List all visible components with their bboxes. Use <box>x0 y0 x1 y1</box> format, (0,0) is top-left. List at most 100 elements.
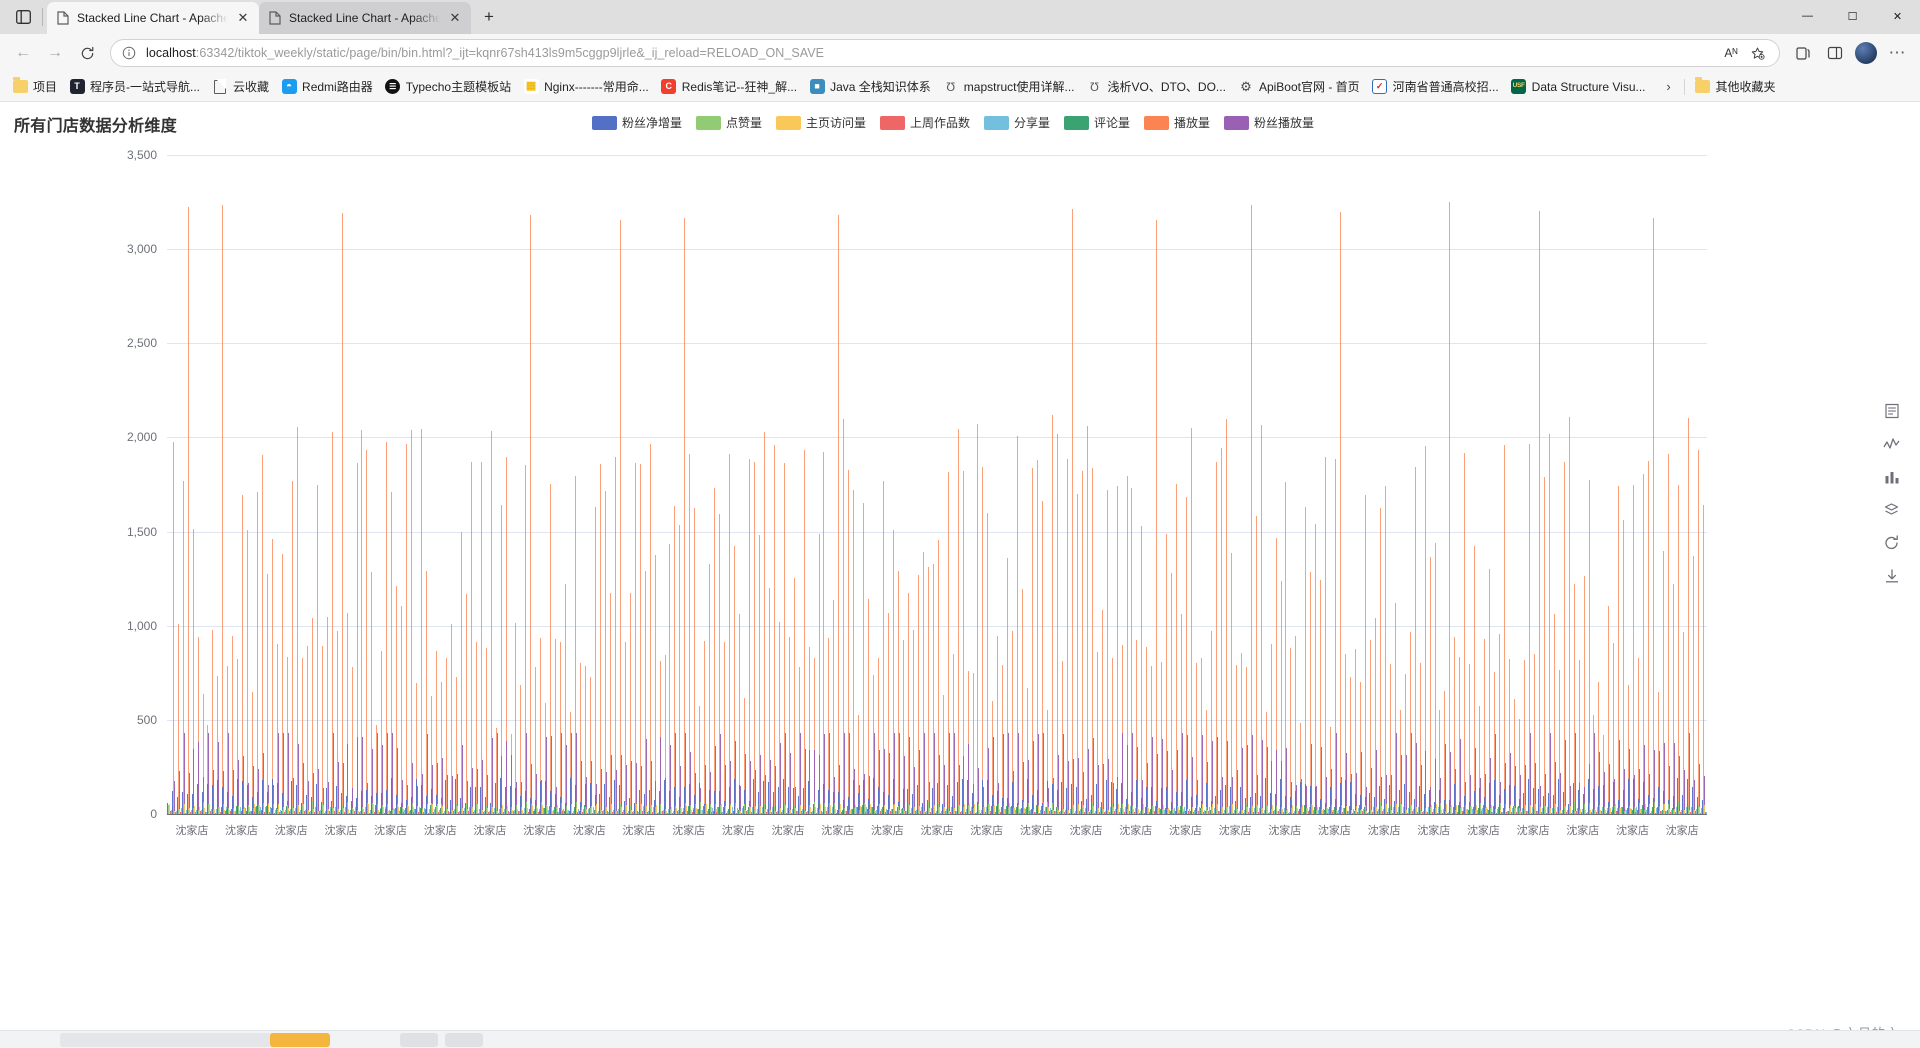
browser-tab-1[interactable]: Stacked Line Chart - Apache ECh ✕ <box>47 2 259 34</box>
tab-actions-button[interactable] <box>6 2 40 32</box>
chart-bar <box>1102 764 1104 814</box>
stack-icon[interactable] <box>1883 501 1900 518</box>
chart-bar <box>804 749 806 814</box>
chart-bar <box>1350 774 1352 814</box>
chart-bar <box>893 733 895 814</box>
chart-bar <box>1008 733 1010 814</box>
x-axis-tick-label: 沈家店 <box>821 825 855 837</box>
line-chart-icon[interactable] <box>1883 435 1900 452</box>
back-icon[interactable]: ← <box>8 38 38 68</box>
chart-bar <box>1379 507 1381 814</box>
tab-close-icon[interactable]: ✕ <box>235 10 251 26</box>
chart-bar <box>1071 208 1073 814</box>
taskbar-item[interactable] <box>270 1033 330 1047</box>
forward-icon[interactable]: → <box>40 38 70 68</box>
chart-bar <box>337 761 339 814</box>
maximize-button[interactable]: ☐ <box>1830 0 1875 32</box>
chart-bar <box>903 756 905 814</box>
browser-essentials-icon[interactable] <box>1820 38 1850 68</box>
x-axis-tick-label: 沈家店 <box>870 825 904 837</box>
chart-bar <box>1464 453 1466 814</box>
chart-bar <box>316 484 318 814</box>
chart-bar <box>1629 748 1631 814</box>
tab-close-icon[interactable]: ✕ <box>447 10 463 26</box>
chart-bar <box>277 733 279 814</box>
chart-bar <box>1062 733 1064 814</box>
chart-bar <box>1033 740 1034 814</box>
chart-bar <box>849 733 851 814</box>
x-axis-tick-label: 沈家店 <box>1466 825 1500 837</box>
bookmark-item[interactable]: Ʊ 浅析VO、DTO、DO... <box>1080 75 1231 98</box>
bookmark-item[interactable]: Ʊ mapstruct使用详解... <box>937 75 1081 98</box>
chart-bar <box>1360 752 1362 814</box>
chart-bar <box>898 733 900 814</box>
bookmarks-overflow-chevron-right-icon[interactable]: › <box>1658 79 1680 94</box>
chart-bar <box>649 444 651 814</box>
chart-bar <box>1137 747 1139 814</box>
settings-more-icon[interactable]: ⋯ <box>1882 38 1912 68</box>
chart-bar <box>1619 740 1621 814</box>
chart-bar <box>571 733 572 814</box>
address-bar[interactable]: localhost:63342/tiktok_weekly/static/pag… <box>110 39 1780 67</box>
data-view-icon[interactable] <box>1883 402 1900 419</box>
taskbar-item[interactable] <box>400 1033 438 1047</box>
chart-bar <box>1182 733 1183 814</box>
chart-bars-layer <box>167 155 1707 814</box>
read-aloud-icon[interactable]: Aᴺ <box>1719 41 1743 65</box>
x-axis-tick-label: 沈家店 <box>1168 825 1202 837</box>
chart-bar <box>1122 733 1124 814</box>
site-info-icon[interactable] <box>120 44 138 62</box>
chart-bar <box>228 733 230 814</box>
bookmark-item[interactable]: 项目 <box>6 75 63 98</box>
x-axis-tick-label: 沈家店 <box>324 825 358 837</box>
chart-bar <box>1529 733 1531 814</box>
chart-bar <box>933 733 935 814</box>
chart-plot-area: 3,500 3,000 2,500 2,000 1,500 1,000 500 0 沈家店 沈家店… <box>0 102 1920 1048</box>
close-window-button[interactable]: ✕ <box>1875 0 1920 32</box>
restore-icon[interactable] <box>1883 534 1900 551</box>
chart-bar <box>411 430 413 814</box>
chart-bar <box>287 733 289 814</box>
bookmark-item[interactable]: C Redis笔记--狂神_解... <box>655 75 803 98</box>
bookmark-item[interactable]: ☰ Typecho主题模板站 <box>379 75 517 98</box>
chart-bar <box>332 733 334 814</box>
taskbar-item[interactable] <box>445 1033 483 1047</box>
reload-icon[interactable] <box>72 38 102 68</box>
bar-chart-icon[interactable] <box>1883 468 1900 485</box>
bookmark-label: mapstruct使用详解... <box>963 80 1075 94</box>
bookmark-item[interactable]: T 程序员-一站式导航... <box>63 75 206 98</box>
x-axis-tick-label: 沈家店 <box>1566 825 1600 837</box>
chart-toolbox <box>1883 402 1900 584</box>
chart-bar <box>874 733 875 814</box>
save-image-icon[interactable] <box>1883 567 1900 584</box>
bookmark-item[interactable]: USF Data Structure Visu... <box>1505 76 1652 98</box>
bookmark-item[interactable]: ◓ Redmi路由器 <box>275 75 379 98</box>
bookmark-item[interactable]: ▦ Nginx-------常用命... <box>517 75 655 98</box>
chart-bar <box>948 733 950 814</box>
usf-icon: USF <box>1511 79 1527 95</box>
chart-bar <box>1702 504 1704 814</box>
bookmark-label: ApiBoot官网 - 首页 <box>1258 80 1360 94</box>
chart-bar <box>1564 739 1566 814</box>
bookmark-item[interactable]: 云收藏 <box>206 75 275 98</box>
tab-favicon-page-icon <box>55 11 70 26</box>
add-favorite-icon[interactable] <box>1745 41 1769 65</box>
tab-title: Stacked Line Chart - Apache ECh <box>289 11 440 25</box>
chart-bar <box>1107 758 1109 814</box>
bookmark-other-favorites[interactable]: 其他收藏夹 <box>1689 75 1782 98</box>
x-axis-tick-label: 沈家店 <box>920 825 954 837</box>
minimize-button[interactable]: — <box>1785 0 1830 32</box>
chart-bar <box>172 441 174 814</box>
bookmark-item[interactable]: ✓ 河南省普通高校招... <box>1366 75 1505 98</box>
bookmark-item[interactable]: ■ Java 全栈知识体系 <box>803 75 937 98</box>
bookmark-label: Redmi路由器 <box>302 80 373 94</box>
bookmark-label: Java 全栈知识体系 <box>830 80 931 94</box>
new-tab-button[interactable]: + <box>475 3 503 31</box>
bookmark-item[interactable]: ⚙ ApiBoot官网 - 首页 <box>1232 75 1366 98</box>
collections-icon[interactable] <box>1788 38 1818 68</box>
browser-tab-2[interactable]: Stacked Line Chart - Apache ECh ✕ <box>259 2 471 34</box>
chart-bar <box>1340 211 1341 814</box>
x-axis-tick-label: 沈家店 <box>721 825 755 837</box>
profile-avatar[interactable] <box>1855 42 1877 64</box>
browser-window: Stacked Line Chart - Apache ECh ✕ Stacke… <box>0 0 1920 1048</box>
